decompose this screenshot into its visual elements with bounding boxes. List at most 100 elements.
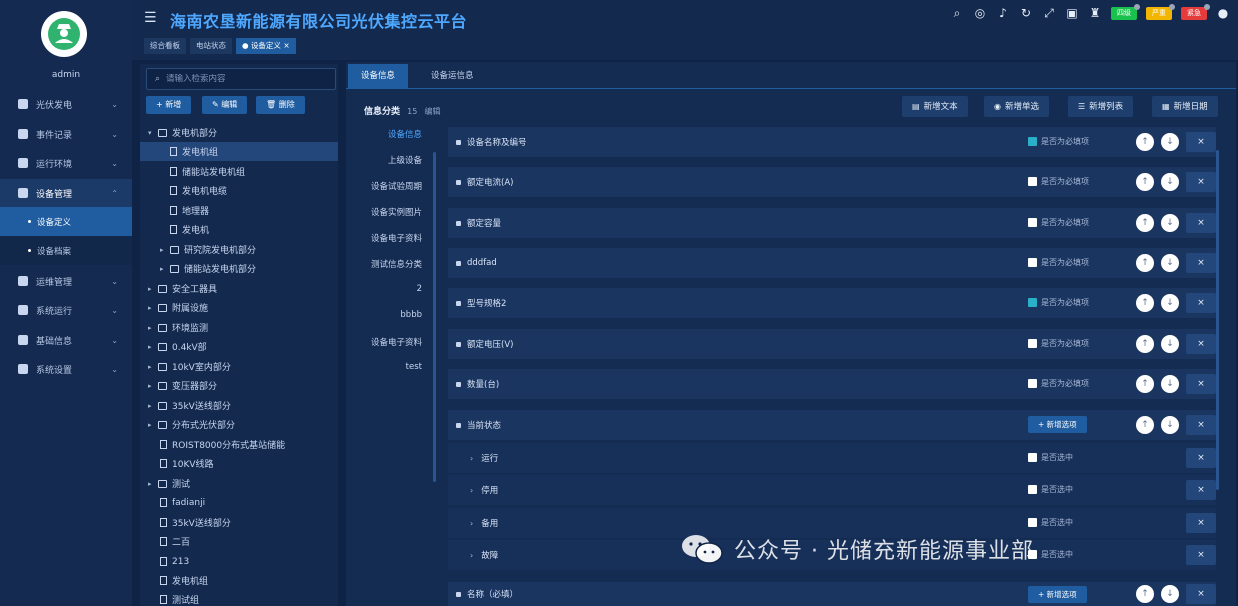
move-down-icon[interactable]: ↓	[1161, 133, 1179, 151]
required-checkbox[interactable]: 是否为必填项	[1028, 378, 1089, 389]
tree-node[interactable]: ▸ 测试	[140, 474, 338, 493]
add-option-button[interactable]: + 新增选项	[1028, 416, 1087, 433]
delete-option-button[interactable]: ×	[1186, 545, 1216, 565]
fullscreen-icon[interactable]: ⤢	[1042, 6, 1056, 20]
tree-node[interactable]: 发电机组	[140, 571, 338, 590]
move-up-icon[interactable]: ↑	[1136, 173, 1154, 191]
alarm-badge-severe[interactable]: 严重	[1146, 3, 1175, 20]
alarm-badge-urgent[interactable]: 紧急	[1181, 3, 1210, 20]
delete-field-button[interactable]: ×	[1186, 584, 1216, 604]
delete-field-button[interactable]: ×	[1186, 334, 1216, 354]
move-up-icon[interactable]: ↑	[1136, 416, 1154, 434]
tree-node[interactable]: 地理器	[140, 201, 338, 220]
tree-edit-button[interactable]: ✎ 编辑	[202, 96, 248, 114]
move-up-icon[interactable]: ↑	[1136, 214, 1154, 232]
move-down-icon[interactable]: ↓	[1161, 294, 1179, 312]
drag-handle-icon[interactable]	[456, 179, 461, 185]
tree-node[interactable]: ▸ 附属设施	[140, 298, 338, 317]
tree-node[interactable]: ▾ 发电机部分	[140, 123, 338, 142]
add-text-button[interactable]: ▤ 新增文本	[902, 96, 968, 117]
tree-node[interactable]: ▸ 环境监测	[140, 318, 338, 337]
move-up-icon[interactable]: ↑	[1136, 133, 1154, 151]
fields-scrollbar[interactable]	[1216, 150, 1219, 490]
selected-checkbox[interactable]: 是否选中	[1028, 517, 1073, 528]
delete-field-button[interactable]: ×	[1186, 172, 1216, 192]
user-icon[interactable]: ●	[1216, 6, 1230, 20]
category-item[interactable]: 设备电子资料	[336, 232, 436, 244]
tab-device-define[interactable]: ● 设备定义 ×	[236, 38, 296, 54]
selected-checkbox[interactable]: 是否选中	[1028, 484, 1073, 495]
tree-node[interactable]: 发电机电缆	[140, 181, 338, 200]
delete-field-button[interactable]: ×	[1186, 374, 1216, 394]
tree-node[interactable]: ▸ 35kV送线部分	[140, 396, 338, 415]
tab-station-status[interactable]: 电站状态	[190, 38, 232, 54]
move-down-icon[interactable]: ↓	[1161, 214, 1179, 232]
drag-handle-icon[interactable]	[456, 220, 461, 226]
delete-field-button[interactable]: ×	[1186, 293, 1216, 313]
required-checkbox[interactable]: 是否为必填项	[1028, 176, 1089, 187]
delete-field-button[interactable]: ×	[1186, 415, 1216, 435]
tree-node[interactable]: fadianji	[140, 493, 338, 512]
delete-option-button[interactable]: ×	[1186, 448, 1216, 468]
category-item[interactable]: 2	[336, 284, 436, 294]
tree-node[interactable]: ▸ 储能站发电机部分	[140, 259, 338, 278]
tree-node[interactable]: 213	[140, 552, 338, 571]
category-edit-link[interactable]: 编辑	[424, 107, 440, 116]
category-item[interactable]: 测试信息分类	[336, 258, 436, 270]
move-up-icon[interactable]: ↑	[1136, 254, 1154, 272]
tree-node[interactable]: 发电机	[140, 220, 338, 239]
drag-handle-icon[interactable]	[456, 300, 461, 306]
move-up-icon[interactable]: ↑	[1136, 294, 1154, 312]
add-option-button[interactable]: + 新增选项	[1028, 586, 1087, 603]
tree-node[interactable]: 发电机组	[140, 142, 338, 161]
delete-field-button[interactable]: ×	[1186, 213, 1216, 233]
tree-node[interactable]: ▸ 10kV室内部分	[140, 357, 338, 376]
tree-node[interactable]: 二百	[140, 532, 338, 551]
tree-node[interactable]: 35kV送线部分	[140, 513, 338, 532]
selected-checkbox[interactable]: 是否选中	[1028, 452, 1073, 463]
volume-icon[interactable]: ♪	[996, 6, 1010, 20]
move-down-icon[interactable]: ↓	[1161, 585, 1179, 603]
tree-node[interactable]: ▸ 0.4kV部	[140, 337, 338, 356]
menu-icon[interactable]: ☰	[144, 10, 157, 26]
drag-handle-icon[interactable]	[456, 591, 461, 597]
nav-item-ops[interactable]: 运维管理 ⌄	[0, 267, 132, 295]
drag-handle-icon[interactable]	[456, 381, 461, 387]
required-checkbox[interactable]: 是否为必填项	[1028, 297, 1089, 308]
category-scrollbar[interactable]	[433, 152, 436, 482]
nav-item-events[interactable]: 事件记录 ⌄	[0, 120, 132, 148]
drag-handle-icon[interactable]	[456, 139, 461, 145]
category-item[interactable]: 上级设备	[336, 154, 436, 166]
add-list-button[interactable]: ☰ 新增列表	[1068, 96, 1134, 117]
required-checkbox[interactable]: 是否为必填项	[1028, 136, 1089, 147]
category-item[interactable]: 设备电子资料	[336, 336, 436, 348]
add-date-button[interactable]: ▦ 新增日期	[1152, 96, 1218, 117]
shirt-icon[interactable]: ♜	[1088, 6, 1102, 20]
required-checkbox[interactable]: 是否为必填项	[1028, 338, 1089, 349]
category-item[interactable]: bbbb	[336, 310, 436, 320]
nav-item-pv[interactable]: 光伏发电 ⌄	[0, 90, 132, 118]
category-item[interactable]: test	[336, 362, 436, 372]
selected-checkbox[interactable]: 是否选中	[1028, 549, 1073, 560]
delete-field-button[interactable]: ×	[1186, 132, 1216, 152]
tree-node[interactable]: 储能站发电机组	[140, 162, 338, 181]
drag-handle-icon[interactable]	[456, 341, 461, 347]
delete-option-button[interactable]: ×	[1186, 513, 1216, 533]
drag-handle-icon[interactable]	[456, 422, 461, 428]
category-item[interactable]: 设备信息	[336, 128, 436, 140]
nav-item-run[interactable]: 系统运行 ⌄	[0, 296, 132, 324]
move-up-icon[interactable]: ↑	[1136, 375, 1154, 393]
move-down-icon[interactable]: ↓	[1161, 375, 1179, 393]
move-down-icon[interactable]: ↓	[1161, 254, 1179, 272]
move-up-icon[interactable]: ↑	[1136, 335, 1154, 353]
tab-dashboard[interactable]: 综合看板	[144, 38, 186, 54]
add-single-button[interactable]: ◉ 新增单选	[984, 96, 1049, 117]
tree-node[interactable]: 测试组	[140, 590, 338, 606]
move-down-icon[interactable]: ↓	[1161, 416, 1179, 434]
move-down-icon[interactable]: ↓	[1161, 173, 1179, 191]
alarm-badge-level4[interactable]: 四级	[1111, 3, 1140, 20]
drag-handle-icon[interactable]	[456, 260, 461, 266]
nav-item-info[interactable]: 基础信息 ⌄	[0, 326, 132, 354]
tree-node[interactable]: ▸ 变压器部分	[140, 376, 338, 395]
image-icon[interactable]: ▣	[1065, 6, 1079, 20]
